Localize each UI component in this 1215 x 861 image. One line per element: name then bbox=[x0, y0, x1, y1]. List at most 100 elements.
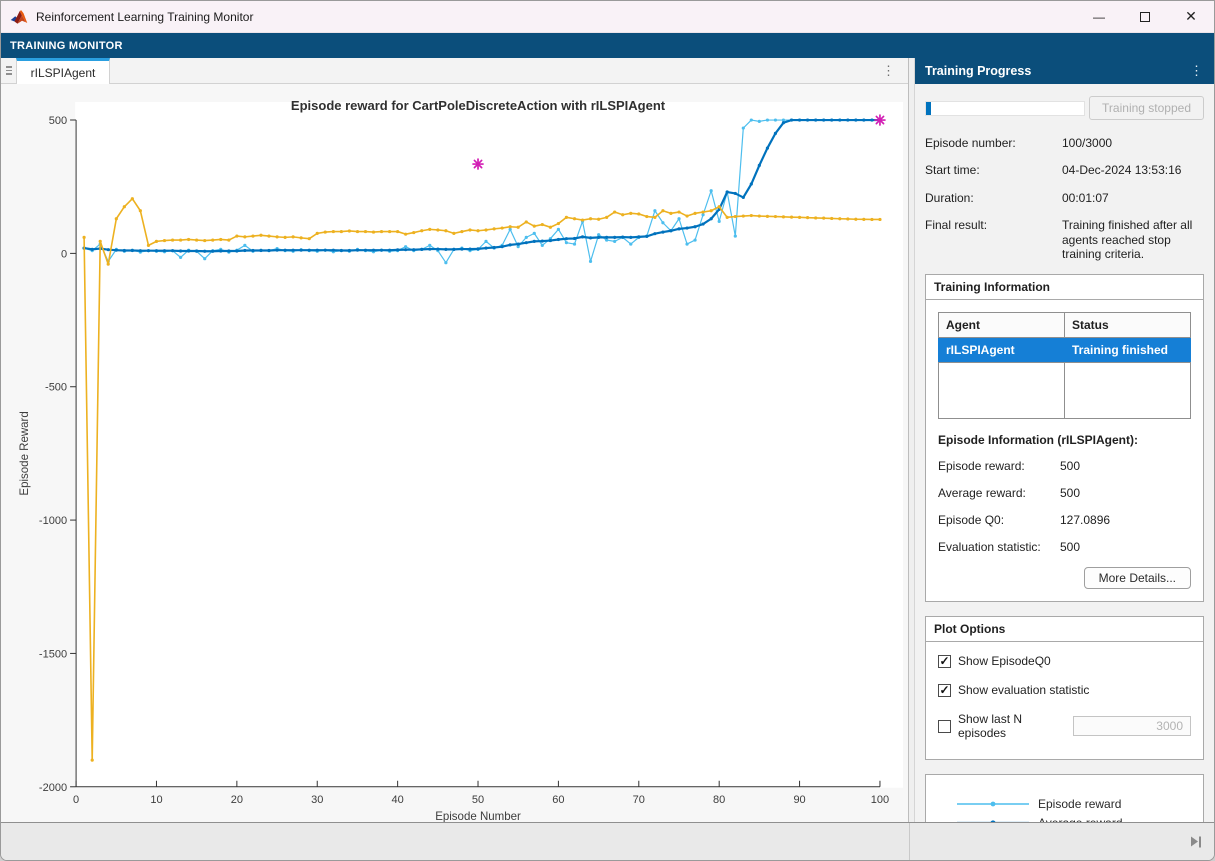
svg-text:70: 70 bbox=[633, 794, 645, 806]
agents-table-header-row: Agent Status bbox=[939, 313, 1191, 338]
evaluation-statistic-row: Evaluation statistic: 500 bbox=[938, 540, 1191, 554]
show-episodeq0-label: Show EpisodeQ0 bbox=[958, 654, 1051, 668]
start-time-value: 04-Dec-2024 13:53:16 bbox=[1062, 163, 1204, 177]
svg-text:-1500: -1500 bbox=[39, 648, 67, 660]
status-column-header[interactable]: Status bbox=[1065, 313, 1191, 338]
average-reward-label: Average reward: bbox=[938, 486, 1060, 500]
show-episodeq0-checkbox[interactable]: ✓ bbox=[938, 655, 951, 668]
status-bar-divider bbox=[909, 823, 910, 860]
collapse-panel-icon[interactable] bbox=[1191, 836, 1201, 847]
panel-menu-icon[interactable]: ⋮ bbox=[1190, 63, 1204, 79]
agents-table: Agent Status rILSPIAgent Training finish… bbox=[938, 312, 1191, 419]
app-window: Reinforcement Learning Training Monitor … bbox=[0, 0, 1215, 861]
start-time-label: Start time: bbox=[925, 163, 1062, 177]
episode-information-title: Episode Information (rILSPIAgent): bbox=[938, 433, 1191, 447]
tab-label: rILSPIAgent bbox=[31, 66, 96, 80]
episode-reward-line-swatch bbox=[957, 798, 1029, 810]
agent-status-cell: Training finished bbox=[1065, 338, 1191, 363]
svg-text:Episode Number: Episode Number bbox=[435, 811, 521, 822]
duration-value: 00:01:07 bbox=[1062, 191, 1204, 205]
tab-rilspiagent[interactable]: rILSPIAgent bbox=[16, 58, 110, 84]
evaluation-statistic-value: 500 bbox=[1060, 540, 1191, 554]
svg-text:-2000: -2000 bbox=[39, 782, 67, 794]
average-reward-value: 500 bbox=[1060, 486, 1191, 500]
main-area: rILSPIAgent ⋮ 5000-500-1000-1500-2000010… bbox=[1, 58, 909, 822]
maximize-icon bbox=[1140, 12, 1150, 22]
show-last-n-episodes-checkbox[interactable] bbox=[938, 720, 951, 733]
svg-text:50: 50 bbox=[472, 794, 484, 806]
status-bar bbox=[1, 822, 1214, 860]
episode-reward-row: Episode reward: 500 bbox=[938, 459, 1191, 473]
window-body: rILSPIAgent ⋮ 5000-500-1000-1500-2000010… bbox=[1, 58, 1214, 822]
agent-name-cell: rILSPIAgent bbox=[939, 338, 1065, 363]
episode-number-label: Episode number: bbox=[925, 136, 1062, 150]
show-evaluation-statistic-label: Show evaluation statistic bbox=[958, 683, 1089, 697]
svg-text:-1000: -1000 bbox=[39, 515, 67, 527]
training-information-header: Training Information bbox=[926, 275, 1203, 300]
reward-chart[interactable]: 5000-500-1000-1500-200001020304050607080… bbox=[1, 84, 908, 822]
svg-text:500: 500 bbox=[49, 115, 67, 127]
more-details-button[interactable]: More Details... bbox=[1084, 567, 1191, 589]
svg-text:90: 90 bbox=[793, 794, 805, 806]
last-n-episodes-input[interactable] bbox=[1073, 716, 1191, 736]
training-information-body: Agent Status rILSPIAgent Training finish… bbox=[926, 300, 1203, 601]
legend-episode-reward-label: Episode reward bbox=[1038, 797, 1121, 811]
final-result-value: Training finished after all agents reach… bbox=[1062, 218, 1204, 261]
svg-text:60: 60 bbox=[552, 794, 564, 806]
agent-row-rilspiagent[interactable]: rILSPIAgent Training finished bbox=[939, 338, 1191, 363]
maximize-button[interactable] bbox=[1122, 1, 1168, 32]
toolstrip-tab-training-monitor[interactable]: TRAINING MONITOR bbox=[10, 40, 123, 52]
svg-text:80: 80 bbox=[713, 794, 725, 806]
toolstrip: TRAINING MONITOR bbox=[1, 33, 1214, 58]
matlab-logo-icon bbox=[10, 9, 28, 25]
plot-options-header: Plot Options bbox=[926, 617, 1203, 642]
window-controls: — ✕ bbox=[1076, 1, 1214, 32]
training-progress-title: Training Progress bbox=[925, 64, 1031, 78]
chart-legend: Episode reward Average reward bbox=[925, 774, 1204, 822]
show-evaluation-statistic-row: ✓ Show evaluation statistic bbox=[938, 683, 1191, 697]
svg-text:100: 100 bbox=[871, 794, 889, 806]
tab-list-icon[interactable] bbox=[1, 58, 16, 83]
svg-text:Episode reward for CartPoleDis: Episode reward for CartPoleDiscreteActio… bbox=[291, 98, 666, 113]
svg-text:40: 40 bbox=[392, 794, 404, 806]
minimize-button[interactable]: — bbox=[1076, 1, 1122, 32]
show-evaluation-statistic-checkbox[interactable]: ✓ bbox=[938, 684, 951, 697]
reward-chart-svg: 5000-500-1000-1500-200001020304050607080… bbox=[1, 84, 908, 822]
episode-q0-row: Episode Q0: 127.0896 bbox=[938, 513, 1191, 527]
close-button[interactable]: ✕ bbox=[1168, 1, 1214, 32]
svg-text:-500: -500 bbox=[45, 382, 67, 394]
svg-text:20: 20 bbox=[231, 794, 243, 806]
agents-table-empty-row bbox=[939, 363, 1191, 419]
final-result-label: Final result: bbox=[925, 218, 1062, 261]
training-progress-content: Training stopped Episode number: 100/300… bbox=[915, 84, 1214, 822]
training-progress-panel: Training Progress ⋮ Training stopped Epi… bbox=[915, 58, 1214, 822]
svg-text:30: 30 bbox=[311, 794, 323, 806]
title-bar: Reinforcement Learning Training Monitor … bbox=[1, 1, 1214, 33]
training-progress-bar bbox=[925, 101, 1085, 116]
svg-text:Episode Reward: Episode Reward bbox=[19, 411, 31, 495]
document-tab-strip: rILSPIAgent ⋮ bbox=[1, 58, 908, 84]
training-progress-fill bbox=[926, 102, 931, 115]
legend-episode-reward: Episode reward bbox=[957, 797, 1172, 811]
show-episodeq0-row: ✓ Show EpisodeQ0 bbox=[938, 654, 1191, 668]
evaluation-statistic-label: Evaluation statistic: bbox=[938, 540, 1060, 554]
plot-options-panel: Plot Options ✓ Show EpisodeQ0 ✓ Show eva… bbox=[925, 616, 1204, 760]
average-reward-row: Average reward: 500 bbox=[938, 486, 1191, 500]
window-title: Reinforcement Learning Training Monitor bbox=[36, 10, 253, 24]
svg-text:0: 0 bbox=[61, 248, 67, 260]
training-stopped-button[interactable]: Training stopped bbox=[1089, 96, 1204, 120]
training-information-panel: Training Information Agent Status rILSPI… bbox=[925, 274, 1204, 602]
final-result-row: Final result: Training finished after al… bbox=[925, 218, 1204, 261]
training-progress-header: Training Progress ⋮ bbox=[915, 58, 1214, 84]
episode-q0-value: 127.0896 bbox=[1060, 513, 1191, 527]
tab-overflow-menu-icon[interactable]: ⋮ bbox=[882, 58, 896, 83]
show-last-n-episodes-label: Show last N episodes bbox=[958, 712, 1073, 740]
progress-row: Training stopped bbox=[925, 96, 1204, 120]
episode-q0-label: Episode Q0: bbox=[938, 513, 1060, 527]
agent-column-header[interactable]: Agent bbox=[939, 313, 1065, 338]
start-time-row: Start time: 04-Dec-2024 13:53:16 bbox=[925, 163, 1204, 177]
show-last-n-episodes-row: Show last N episodes bbox=[938, 712, 1191, 740]
duration-row: Duration: 00:01:07 bbox=[925, 191, 1204, 205]
episode-number-row: Episode number: 100/3000 bbox=[925, 136, 1204, 150]
svg-text:10: 10 bbox=[150, 794, 162, 806]
